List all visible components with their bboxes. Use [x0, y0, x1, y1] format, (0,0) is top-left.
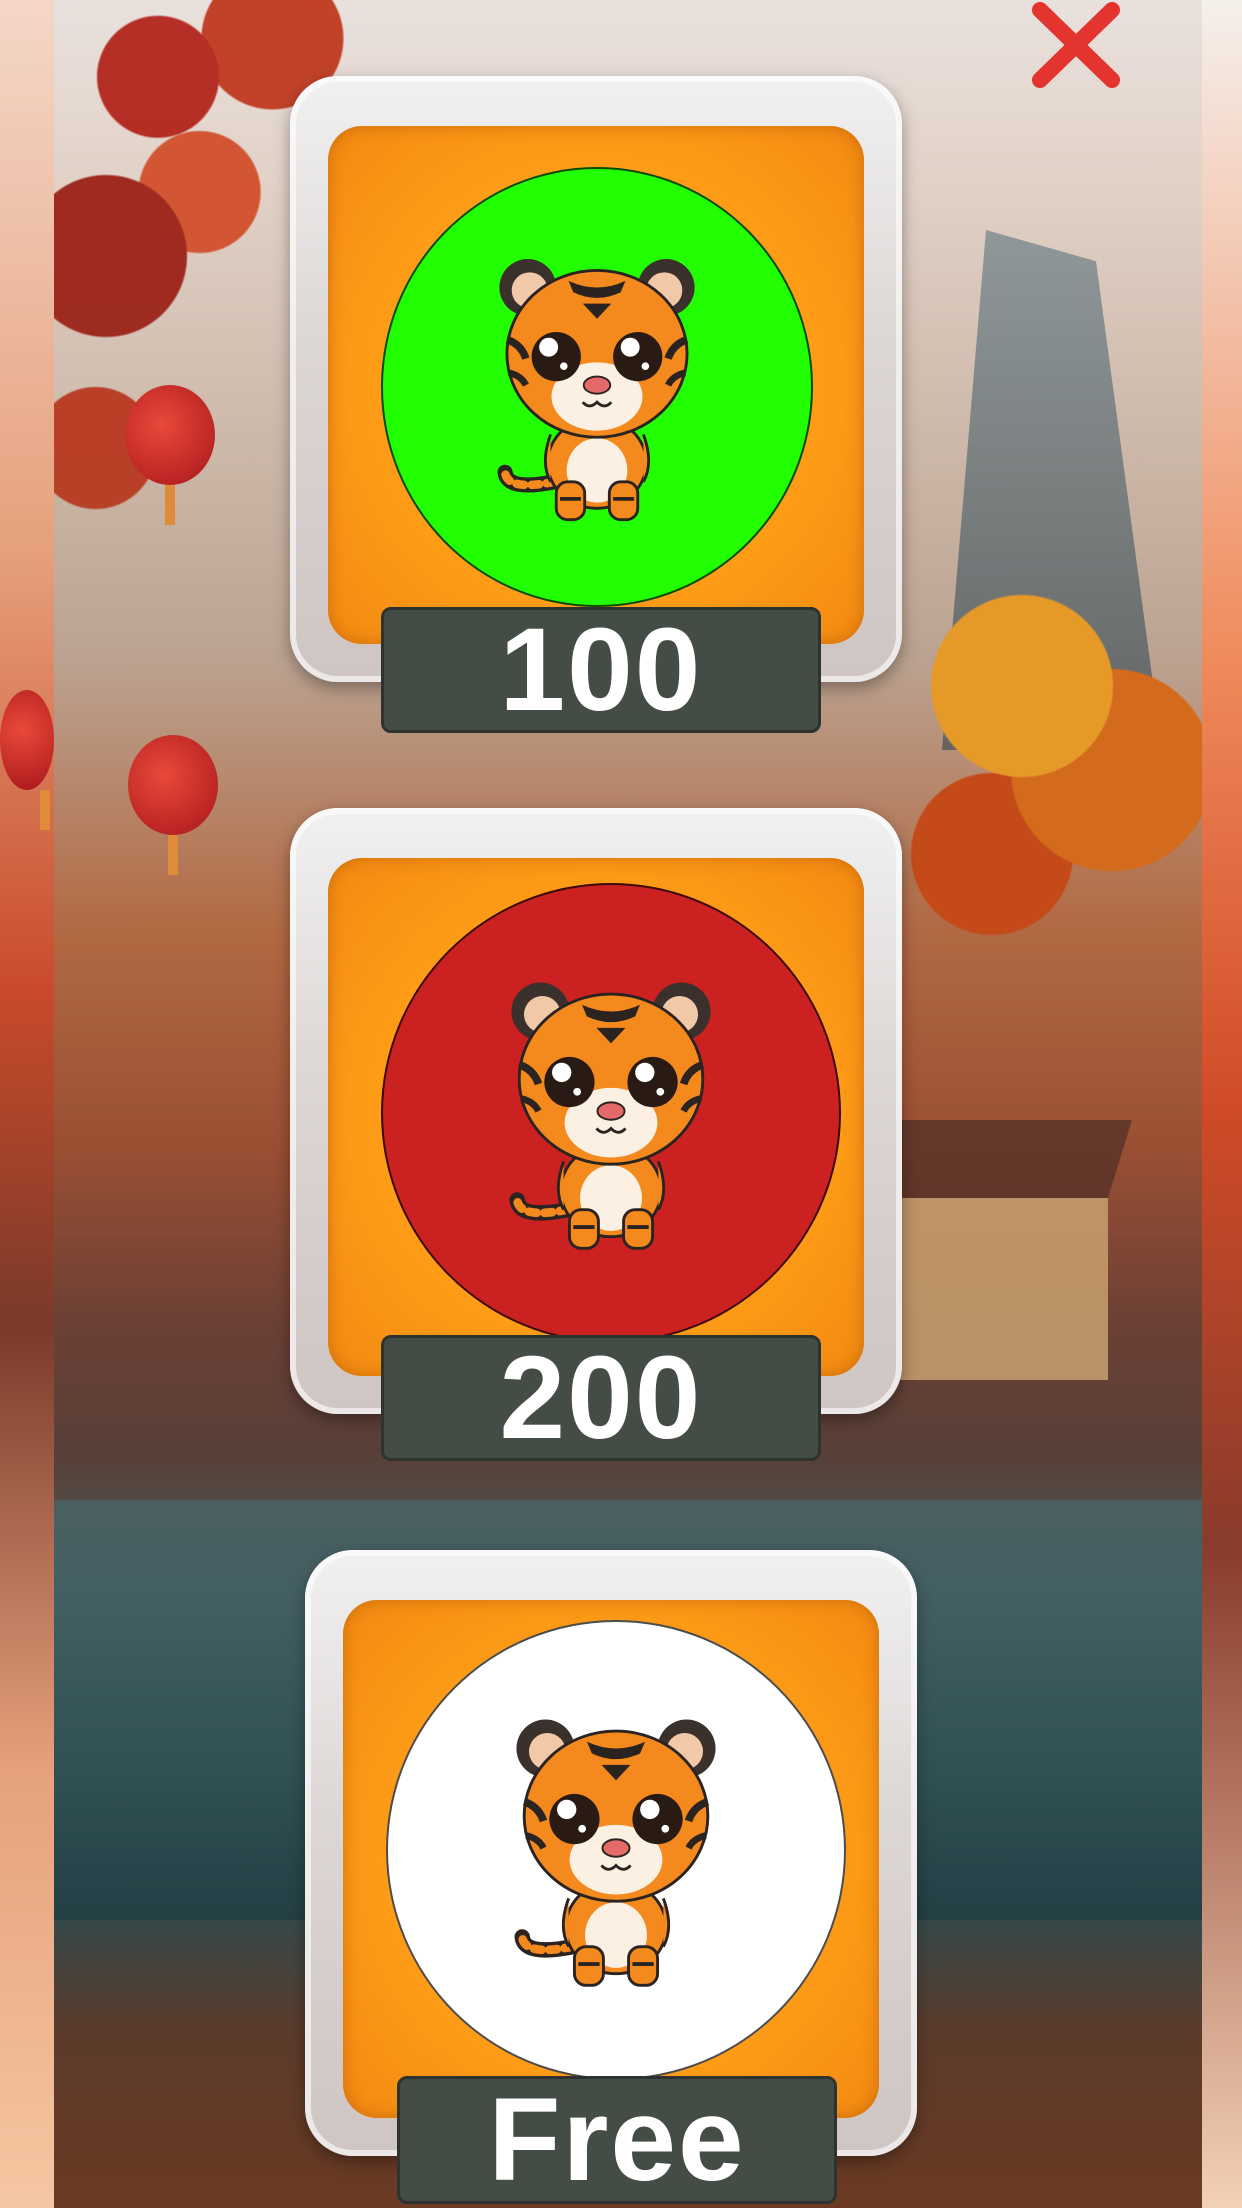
skin-circle-3	[386, 1620, 846, 2080]
price-label-3: Free	[397, 2076, 837, 2204]
close-button[interactable]	[1026, 0, 1126, 90]
lantern-icon	[128, 735, 218, 875]
autumn-tree	[902, 560, 1202, 980]
tiger-cub-icon	[499, 968, 723, 1258]
tiger-cub-icon	[504, 1705, 728, 1995]
background-left-strip	[0, 0, 54, 2208]
lantern-icon	[125, 385, 215, 525]
skin-circle-1	[381, 167, 813, 607]
price-label-2: 200	[381, 1335, 821, 1461]
close-x-icon	[1032, 2, 1120, 88]
tiger-cub-icon	[488, 242, 706, 532]
background-right-strip	[1202, 0, 1242, 2208]
skin-circle-2	[381, 883, 841, 1343]
lantern-icon	[0, 690, 54, 830]
price-label-1: 100	[381, 607, 821, 733]
